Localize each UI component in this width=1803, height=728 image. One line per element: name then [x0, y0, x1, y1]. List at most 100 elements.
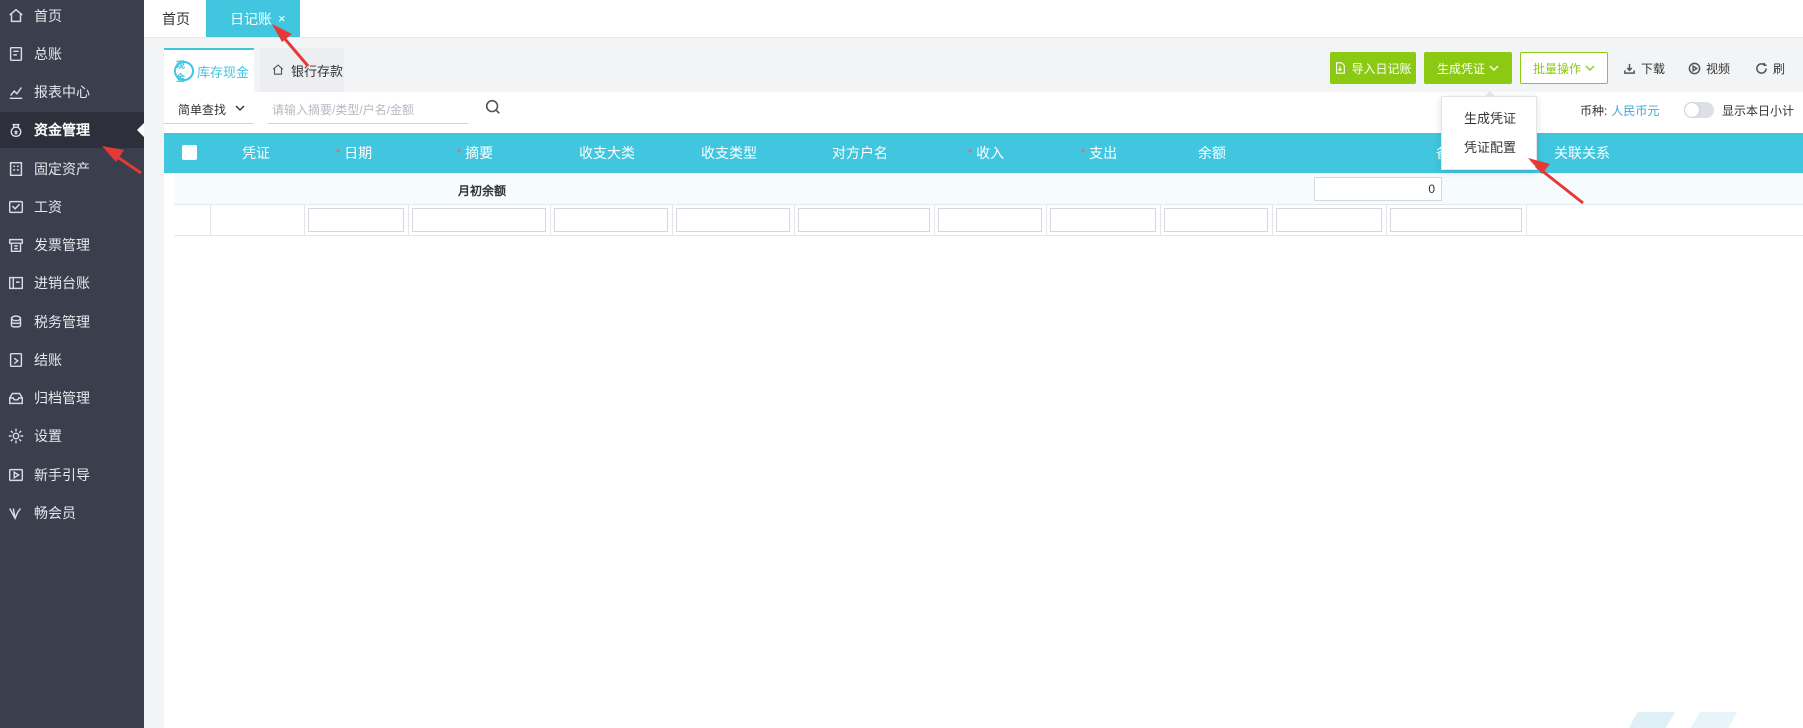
- expense-input[interactable]: [1050, 208, 1156, 232]
- column-header-date[interactable]: * 日期: [304, 133, 404, 173]
- tab-cash[interactable]: 现金 库存现金: [164, 48, 254, 92]
- tab-cash-label: 库存现金: [197, 64, 250, 80]
- cell-summary: [408, 205, 550, 236]
- close-icon[interactable]: ×: [278, 11, 286, 26]
- column-header-blank: [1268, 133, 1380, 173]
- video-button[interactable]: 视频: [1688, 52, 1730, 84]
- column-header-category[interactable]: 收支大类: [546, 133, 668, 173]
- column-header-balance[interactable]: 余额: [1156, 133, 1268, 173]
- currency-value[interactable]: 人民币元: [1611, 104, 1659, 118]
- sidebar-item-label: 畅会员: [34, 505, 76, 521]
- cell-type: [672, 205, 794, 236]
- category-input[interactable]: [554, 208, 668, 232]
- salary-icon: [6, 197, 26, 217]
- sidebar-item-checkout[interactable]: 结账: [0, 342, 144, 378]
- tab-journal-label: 日记账: [230, 10, 272, 27]
- daily-subtotal-label: 显示本日小计: [1722, 104, 1795, 118]
- search-row: 简单查找 币种:人民币元 显示本日小计: [164, 92, 1803, 130]
- sidebar-item-funds[interactable]: 资金管理: [0, 112, 144, 148]
- sidebar-item-guide[interactable]: 新手引导: [0, 457, 144, 493]
- invoice-icon: [6, 235, 26, 255]
- refresh-button[interactable]: 刷: [1755, 52, 1785, 84]
- tab-bank-label: 银行存款: [291, 63, 344, 79]
- cell-income: [934, 205, 1046, 236]
- sidebar-item-invoice[interactable]: 发票管理: [0, 227, 144, 263]
- batch-operation-button[interactable]: 批量操作: [1520, 52, 1608, 84]
- search-input[interactable]: [268, 96, 468, 124]
- play-icon: [1688, 62, 1701, 74]
- sidebar-item-label: 报表中心: [34, 84, 90, 100]
- date-input[interactable]: [308, 208, 404, 232]
- archive-icon: [6, 388, 26, 408]
- blank-input[interactable]: [1276, 208, 1382, 232]
- ledger-icon: [6, 44, 26, 64]
- sidebar: 首页 总账 报表中心 资金管理 固定资产 工资 发票管理 进销台账 税务管理 结…: [0, 0, 144, 728]
- cell-expense: [1046, 205, 1160, 236]
- search-mode-select[interactable]: 简单查找: [164, 96, 254, 124]
- cell-relation: [1526, 205, 1646, 236]
- bank-icon: [268, 60, 288, 80]
- chevron-down-icon: [1585, 65, 1595, 71]
- column-header-counterparty[interactable]: 对方户名: [790, 133, 930, 173]
- tab-home[interactable]: 首页: [162, 0, 190, 37]
- cell-date: [304, 205, 408, 236]
- page-tabs-bar: 首页 日记账 ×: [144, 0, 1803, 38]
- summary-input[interactable]: [412, 208, 546, 232]
- sidebar-item-label: 税务管理: [34, 314, 90, 330]
- sidebar-item-tax[interactable]: 税务管理: [0, 304, 144, 340]
- column-header-summary[interactable]: * 摘要: [404, 133, 546, 173]
- daily-subtotal-toggle[interactable]: [1684, 102, 1714, 118]
- cell-voucher: [210, 205, 304, 236]
- sidebar-item-label: 新手引导: [34, 467, 90, 483]
- sidebar-item-vip[interactable]: 畅会员: [0, 495, 144, 531]
- sub-tabs: 现金 库存现金 银行存款 导入日记账 生成凭证 批量操作 下载 视频 刷: [164, 48, 1803, 92]
- type-input[interactable]: [676, 208, 790, 232]
- download-button[interactable]: 下载: [1623, 52, 1665, 84]
- building-icon: [6, 159, 26, 179]
- sidebar-item-fixed-assets[interactable]: 固定资产: [0, 151, 144, 187]
- currency-label: 币种:: [1580, 104, 1608, 118]
- cell-balance: [1160, 205, 1272, 236]
- column-header-relation[interactable]: 关联关系: [1522, 133, 1642, 173]
- tax-icon: [6, 312, 26, 332]
- opening-balance-label: 月初余额: [458, 184, 507, 198]
- sidebar-item-archive[interactable]: 归档管理: [0, 380, 144, 416]
- select-all-checkbox[interactable]: [182, 145, 197, 160]
- income-input[interactable]: [938, 208, 1042, 232]
- tab-journal[interactable]: 日记账 ×: [206, 0, 300, 37]
- gear-icon: [6, 426, 26, 446]
- import-icon: [1336, 62, 1346, 74]
- sidebar-item-settings[interactable]: 设置: [0, 418, 144, 454]
- sidebar-item-salary[interactable]: 工资: [0, 189, 144, 225]
- opening-balance-input[interactable]: 0: [1314, 177, 1442, 201]
- table-row-opening-balance: 月初余额 0: [174, 173, 1803, 205]
- sidebar-item-inventory[interactable]: 进销台账: [0, 265, 144, 301]
- sidebar-item-home[interactable]: 首页: [0, 0, 144, 34]
- sidebar-item-ledger[interactable]: 总账: [0, 36, 144, 72]
- refresh-icon: [1756, 62, 1767, 74]
- guide-icon: [6, 465, 26, 485]
- search-icon[interactable]: [484, 98, 506, 120]
- generate-voucher-button[interactable]: 生成凭证: [1424, 52, 1512, 84]
- import-journal-button[interactable]: 导入日记账: [1330, 52, 1416, 84]
- remarks-input[interactable]: [1390, 208, 1522, 232]
- counterparty-input[interactable]: [798, 208, 930, 232]
- table-header: 凭证 *日期 *摘要 收支大类 收支类型 对方户名 *收入 *支出 余额 备注 …: [164, 133, 1803, 173]
- generate-voucher-dropdown: 生成凭证 凭证配置: [1441, 91, 1538, 170]
- menu-item-generate-voucher[interactable]: 生成凭证: [1442, 106, 1538, 132]
- column-header-type[interactable]: 收支类型: [668, 133, 790, 173]
- inventory-icon: [6, 273, 26, 293]
- cell-blank: [1272, 205, 1386, 236]
- column-header-income[interactable]: * 收入: [930, 133, 1042, 173]
- sidebar-item-label: 固定资产: [34, 161, 90, 177]
- column-header-expense[interactable]: * 支出: [1042, 133, 1156, 173]
- column-header-voucher[interactable]: 凭证: [210, 133, 302, 173]
- balance-input[interactable]: [1164, 208, 1268, 232]
- sidebar-item-label: 设置: [34, 428, 62, 444]
- tab-bank[interactable]: 银行存款: [260, 48, 344, 92]
- cell-counterparty: [794, 205, 934, 236]
- import-journal-label: 导入日记账: [1351, 61, 1412, 76]
- sidebar-item-reports[interactable]: 报表中心: [0, 74, 144, 110]
- menu-item-voucher-config[interactable]: 凭证配置: [1442, 135, 1538, 161]
- home-icon: [6, 6, 26, 26]
